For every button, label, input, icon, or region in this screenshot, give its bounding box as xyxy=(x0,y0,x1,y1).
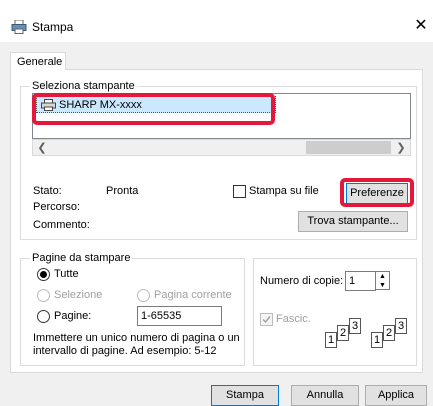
close-icon[interactable]: ✕ xyxy=(412,17,430,35)
all-pages-radio[interactable] xyxy=(37,268,50,281)
page-range-label: Pagine da stampare xyxy=(30,252,133,264)
pages-hint: Immettere un unico numero di pagina o un… xyxy=(33,332,240,357)
print-to-file-checkbox[interactable] xyxy=(233,185,246,198)
path-label: Percorso: xyxy=(33,201,81,213)
selection-label: Selezione xyxy=(54,289,103,301)
scroll-thumb[interactable] xyxy=(306,141,391,154)
spin-up-icon[interactable]: ▲ xyxy=(376,272,389,281)
print-to-file-label: Stampa su file xyxy=(249,185,319,197)
pages-label: Pagine: xyxy=(54,310,92,322)
window-title: Stampa xyxy=(32,20,74,34)
collated-pages-icon: 1 2 3 xyxy=(325,318,373,350)
print-dialog: Stampa ✕ Generale Seleziona stampante SH… xyxy=(0,0,433,406)
horizontal-scrollbar[interactable]: ❮ ❯ xyxy=(32,139,411,156)
current-page-label: Pagina corrente xyxy=(154,289,232,301)
preferences-highlight xyxy=(340,178,414,207)
apply-button[interactable]: Applica xyxy=(365,385,427,406)
collate-checkbox[interactable] xyxy=(260,313,273,326)
scroll-right-icon[interactable]: ❯ xyxy=(393,141,409,155)
title-bar: Stampa ✕ xyxy=(0,0,433,42)
pages-radio[interactable] xyxy=(37,310,50,323)
spin-down-icon[interactable]: ▼ xyxy=(376,281,389,290)
copies-spinner[interactable]: ▲ ▼ xyxy=(375,271,390,290)
printer-highlight xyxy=(32,93,275,125)
find-printer-button[interactable]: Trova stampante... xyxy=(298,211,408,232)
print-button[interactable]: Stampa xyxy=(211,385,279,406)
status-value: Pronta xyxy=(106,185,139,197)
selection-radio[interactable] xyxy=(37,289,50,302)
cancel-button[interactable]: Annulla xyxy=(291,385,359,406)
all-pages-label: Tutte xyxy=(54,268,79,280)
comment-label: Commento: xyxy=(33,219,90,231)
status-label: Stato: xyxy=(33,185,62,197)
collate-label: Fascic. xyxy=(276,313,311,325)
printer-group-label: Seleziona stampante xyxy=(30,80,137,92)
scroll-left-icon[interactable]: ❮ xyxy=(34,141,50,155)
copies-input[interactable]: 1 xyxy=(345,271,376,291)
current-page-radio[interactable] xyxy=(137,289,150,302)
printer-icon xyxy=(11,19,27,34)
pages-input[interactable]: 1-65535 xyxy=(137,306,222,326)
tab-generale[interactable]: Generale xyxy=(10,52,66,70)
collated-pages-icon: 1 2 3 xyxy=(371,318,419,350)
copies-label: Numero di copie: xyxy=(260,275,344,287)
